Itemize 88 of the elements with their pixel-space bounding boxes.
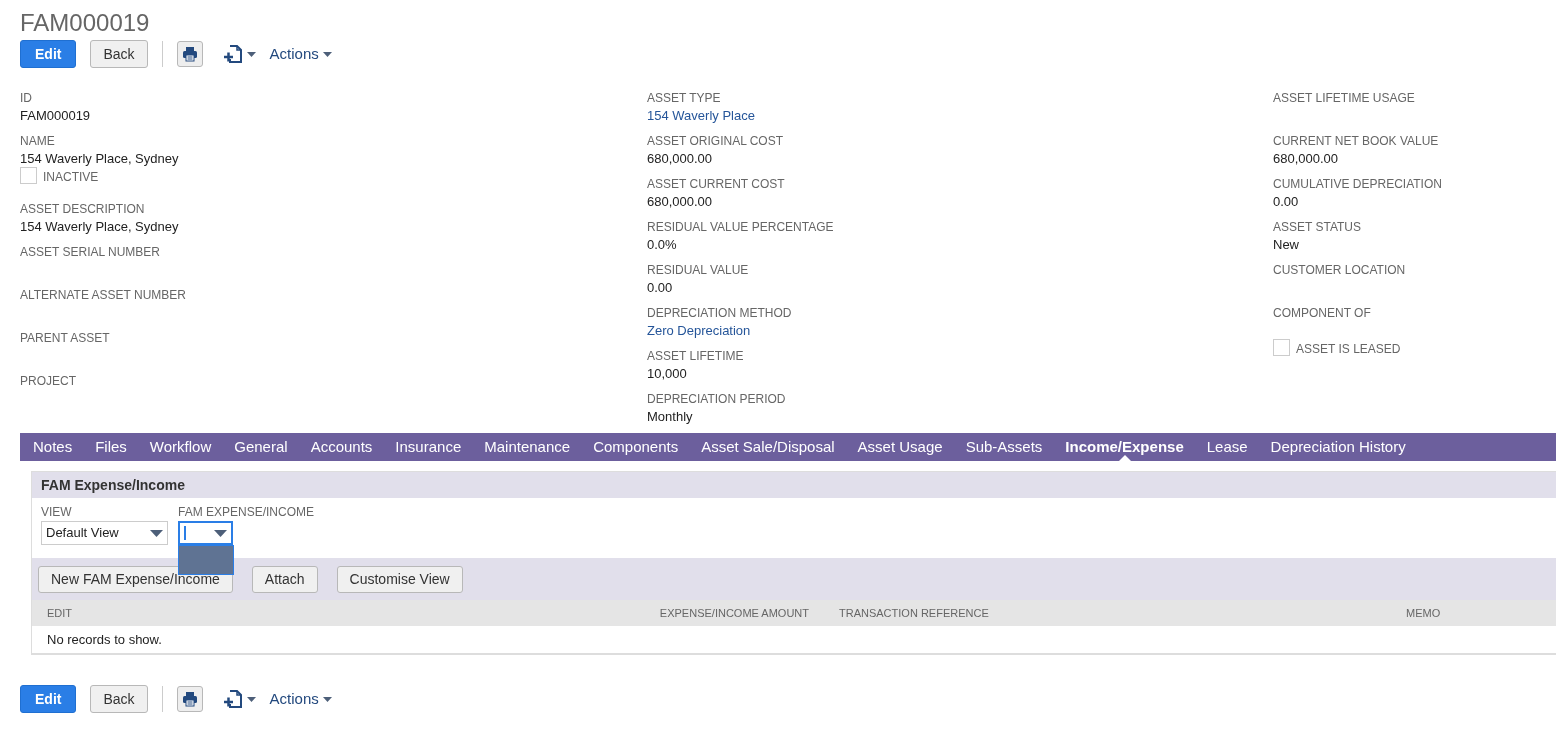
checkbox-label: ASSET IS LEASED bbox=[1296, 342, 1401, 356]
field-value: New bbox=[1273, 236, 1299, 254]
back-button[interactable]: Back bbox=[90, 40, 148, 68]
field-label: RESIDUAL VALUE PERCENTAGE bbox=[647, 219, 834, 235]
add-document-icon bbox=[222, 44, 243, 64]
edit-button[interactable]: Edit bbox=[20, 685, 77, 713]
edit-button[interactable]: Edit bbox=[20, 40, 77, 68]
field-value: FAM000019 bbox=[20, 107, 91, 125]
field-value: 154 Waverly Place, Sydney bbox=[20, 218, 179, 236]
print-button[interactable] bbox=[176, 686, 203, 712]
tab[interactable]: Income/Expense bbox=[1065, 433, 1184, 461]
field-value: 680,000.00 bbox=[647, 193, 713, 211]
tab[interactable]: Asset Sale/Disposal bbox=[701, 433, 835, 461]
field-label: ALTERNATE ASSET NUMBER bbox=[20, 287, 187, 303]
field-link[interactable]: Zero Depreciation bbox=[647, 321, 751, 341]
tab[interactable]: General bbox=[234, 433, 288, 461]
checkbox-label: INACTIVE bbox=[43, 170, 99, 184]
field-value: 680,000.00 bbox=[1273, 150, 1339, 168]
dropdown-arrow-icon bbox=[214, 529, 227, 537]
printer-icon bbox=[181, 46, 198, 62]
print-button[interactable] bbox=[176, 41, 203, 67]
back-button[interactable]: Back bbox=[90, 685, 148, 713]
column-header: MEMO bbox=[1406, 605, 1441, 621]
filter-label: FAM EXPENSE/INCOME bbox=[178, 505, 315, 519]
field-label: ASSET CURRENT COST bbox=[647, 176, 785, 192]
dropdown-arrow-icon bbox=[150, 529, 163, 537]
actions-menu[interactable]: Actions bbox=[269, 687, 332, 711]
checkbox[interactable] bbox=[1273, 339, 1290, 356]
filter-dropdown[interactable] bbox=[178, 521, 233, 545]
column-header: EDIT bbox=[47, 605, 73, 621]
field-label: DEPRECIATION PERIOD bbox=[647, 391, 786, 407]
field-value: 680,000.00 bbox=[647, 150, 713, 168]
caret-icon bbox=[246, 51, 256, 57]
field-value: 0.00 bbox=[1273, 193, 1299, 211]
field-value: 0.00 bbox=[647, 279, 673, 297]
dropdown-list bbox=[178, 545, 234, 575]
record-title: FAM000019 bbox=[20, 8, 151, 38]
field-value: 10,000 bbox=[647, 365, 687, 383]
actions-menu[interactable]: Actions bbox=[269, 42, 332, 66]
tab[interactable]: Maintenance bbox=[484, 433, 571, 461]
tab[interactable]: Depreciation History bbox=[1270, 433, 1406, 461]
field-label: CUSTOMER LOCATION bbox=[1273, 262, 1406, 278]
tab[interactable]: Files bbox=[95, 433, 127, 461]
field-label: PROJECT bbox=[20, 373, 76, 389]
checkbox[interactable] bbox=[20, 167, 37, 184]
field-label: CUMULATIVE DEPRECIATION bbox=[1273, 176, 1442, 192]
caret-icon bbox=[246, 696, 256, 702]
sublist-button[interactable]: Customise View bbox=[336, 565, 463, 593]
column-header: EXPENSE/INCOME AMOUNT bbox=[659, 605, 810, 621]
tab[interactable]: Asset Usage bbox=[857, 433, 943, 461]
view-dropdown[interactable]: Default View bbox=[41, 521, 168, 545]
field-label: ASSET DESCRIPTION bbox=[20, 201, 145, 217]
tab[interactable]: Workflow bbox=[149, 433, 212, 461]
field-label: ASSET STATUS bbox=[1273, 219, 1362, 235]
printer-icon bbox=[181, 691, 198, 707]
field-label: NAME bbox=[20, 133, 55, 149]
field-value: 154 Waverly Place, Sydney bbox=[20, 150, 179, 168]
new-document-button[interactable] bbox=[222, 689, 256, 709]
field-label: ASSET TYPE bbox=[647, 90, 721, 106]
field-label: CURRENT NET BOOK VALUE bbox=[1273, 133, 1439, 149]
add-document-icon bbox=[222, 689, 243, 709]
tab[interactable]: Sub-Assets bbox=[965, 433, 1043, 461]
column-header: TRANSACTION REFERENCE bbox=[839, 605, 989, 621]
caret-icon bbox=[322, 51, 332, 57]
view-label: VIEW bbox=[41, 505, 72, 519]
field-label: ID bbox=[20, 90, 32, 106]
field-label: ASSET SERIAL NUMBER bbox=[20, 244, 161, 260]
tab[interactable]: Notes bbox=[33, 433, 73, 461]
field-label: ASSET LIFETIME bbox=[647, 348, 744, 364]
tab[interactable]: Components bbox=[593, 433, 679, 461]
field-label: ASSET LIFETIME USAGE bbox=[1273, 90, 1415, 106]
field-link[interactable]: 154 Waverly Place bbox=[647, 106, 755, 126]
field-label: RESIDUAL VALUE bbox=[647, 262, 749, 278]
sublist-button[interactable]: Attach bbox=[251, 565, 318, 593]
tab[interactable]: Lease bbox=[1206, 433, 1248, 461]
tab[interactable]: Insurance bbox=[395, 433, 462, 461]
caret-icon bbox=[322, 696, 332, 702]
sublist-button[interactable]: New FAM Expense/Income bbox=[38, 565, 233, 593]
field-value: Monthly bbox=[647, 408, 693, 426]
field-label: PARENT ASSET bbox=[20, 330, 110, 346]
tab[interactable]: Accounts bbox=[310, 433, 373, 461]
field-label: COMPONENT OF bbox=[1273, 305, 1371, 321]
empty-message: No records to show. bbox=[47, 630, 162, 649]
new-document-button[interactable] bbox=[222, 44, 256, 64]
field-label: DEPRECIATION METHOD bbox=[647, 305, 792, 321]
field-value: 0.0% bbox=[647, 236, 677, 254]
field-label: ASSET ORIGINAL COST bbox=[647, 133, 784, 149]
sublist-title: FAM Expense/Income bbox=[41, 475, 185, 495]
